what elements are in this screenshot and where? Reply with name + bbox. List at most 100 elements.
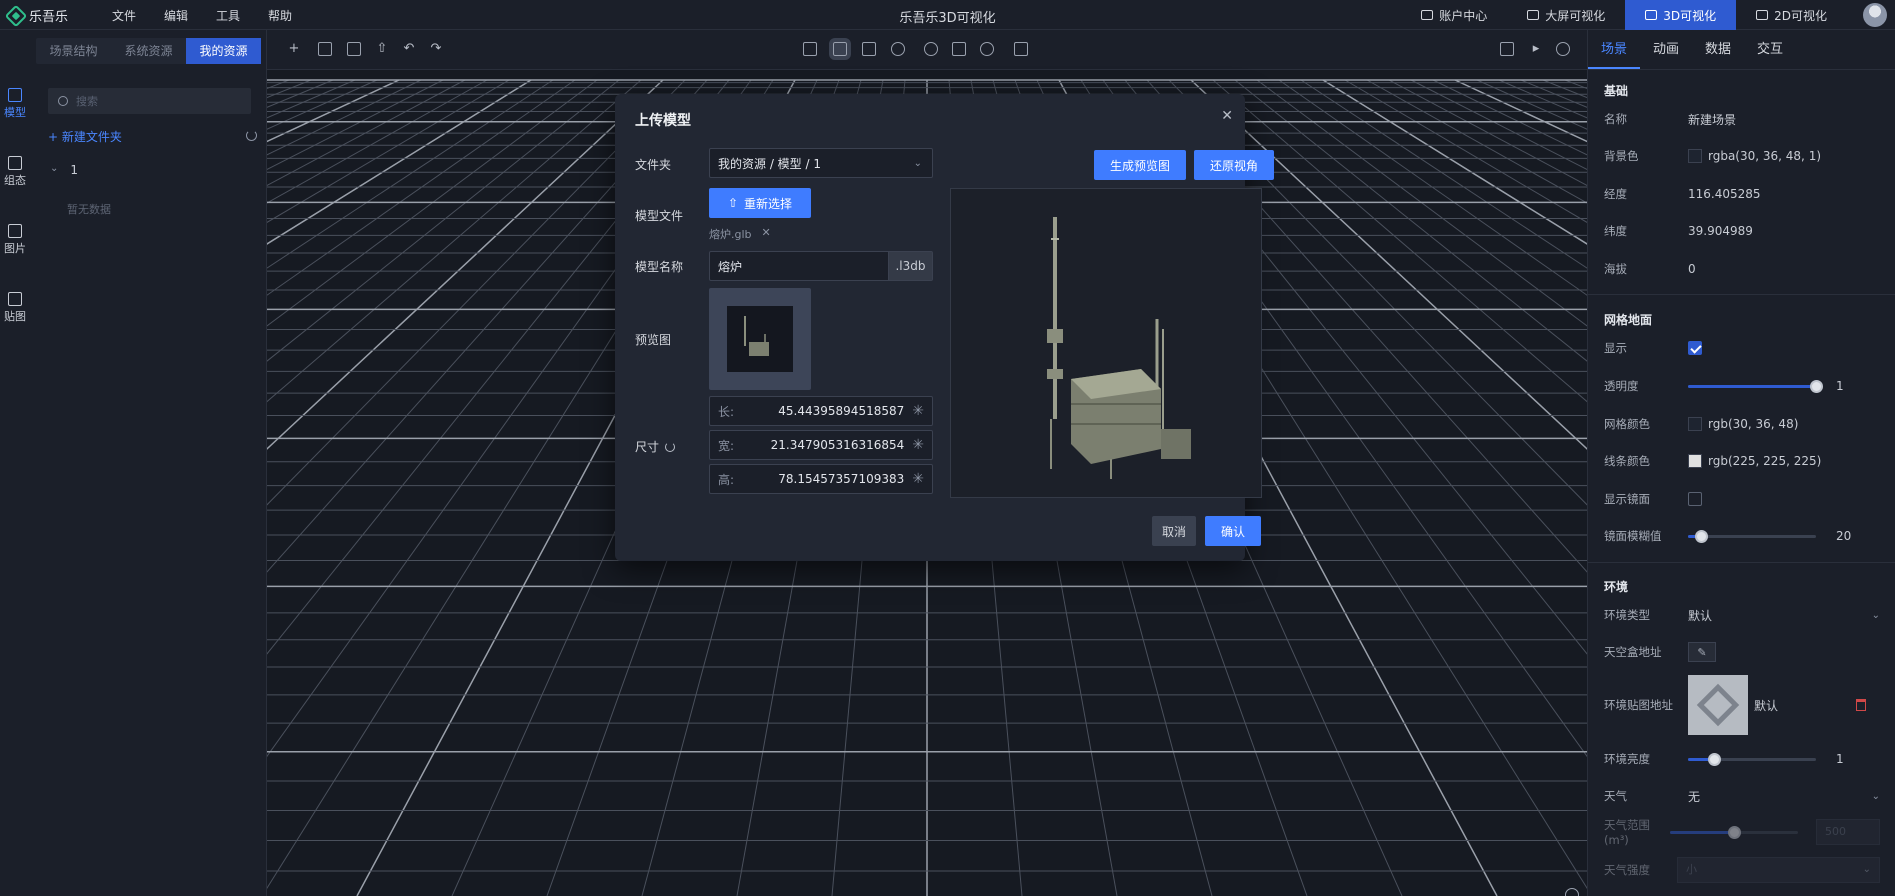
upload-icon[interactable]: ⇧ bbox=[375, 42, 389, 56]
reselect-button[interactable]: ⇧ 重新选择 bbox=[709, 188, 811, 218]
share-icon[interactable] bbox=[1556, 42, 1570, 56]
brightness-slider[interactable] bbox=[1688, 752, 1816, 766]
axis-icon[interactable] bbox=[829, 38, 851, 60]
section-env: 环境 bbox=[1604, 580, 1629, 594]
folder-select[interactable]: 我的资源 / 模型 / 1 ⌄ bbox=[709, 148, 933, 178]
bg-color-swatch[interactable] bbox=[1688, 149, 1702, 163]
latitude-value[interactable]: 39.904989 bbox=[1688, 224, 1753, 238]
eye-icon[interactable] bbox=[924, 42, 938, 56]
rail-item-model[interactable]: 模型 bbox=[0, 88, 30, 120]
box-icon[interactable] bbox=[952, 42, 966, 56]
height-input[interactable]: 高: 78.15457357109383 ✳ bbox=[709, 464, 933, 494]
undo-icon[interactable]: ↶ bbox=[402, 42, 416, 56]
width-input[interactable]: 宽: 21.347905316316854 ✳ bbox=[709, 430, 933, 460]
main-menu: 文件 编辑 工具 帮助 bbox=[112, 7, 320, 24]
edit-icon[interactable]: ✎ bbox=[1688, 642, 1716, 662]
weather-range-row: 天气范围(m³) 500 bbox=[1604, 818, 1880, 847]
close-icon[interactable]: ✕ bbox=[1221, 108, 1233, 124]
opacity-slider[interactable] bbox=[1688, 379, 1823, 393]
avatar[interactable] bbox=[1863, 3, 1887, 27]
section-grid: 网格地面 bbox=[1604, 313, 1653, 327]
layers-icon[interactable] bbox=[1014, 42, 1028, 56]
menu-tools[interactable]: 工具 bbox=[216, 7, 268, 24]
tab-scene-structure[interactable]: 场景结构 bbox=[36, 38, 111, 64]
layout-icon bbox=[8, 156, 22, 170]
lock-icon[interactable]: ✳ bbox=[912, 471, 924, 487]
redo-icon[interactable]: ↷ bbox=[429, 42, 443, 56]
grid-color-swatch[interactable] bbox=[1688, 417, 1702, 431]
compass-icon[interactable] bbox=[980, 42, 994, 56]
remove-file-icon[interactable]: ✕ bbox=[762, 226, 771, 242]
menu-help[interactable]: 帮助 bbox=[268, 7, 320, 24]
tab-system-resources[interactable]: 系统资源 bbox=[111, 38, 186, 64]
envmap-thumbnail[interactable] bbox=[1688, 675, 1748, 735]
tab-animation[interactable]: 动画 bbox=[1640, 30, 1692, 69]
new-file-icon[interactable] bbox=[318, 42, 332, 56]
weather-range-input[interactable]: 500 bbox=[1816, 819, 1880, 845]
weather-strength-select[interactable]: 小 ⌄ bbox=[1677, 857, 1880, 883]
info-icon[interactable] bbox=[1565, 888, 1579, 896]
longitude-row: 经度 116.405285 bbox=[1604, 187, 1761, 201]
mirror-checkbox[interactable] bbox=[1688, 492, 1702, 506]
preview-icon[interactable] bbox=[1500, 42, 1514, 56]
tab-scene[interactable]: 场景 bbox=[1588, 30, 1640, 69]
grid-show-checkbox[interactable] bbox=[1688, 341, 1702, 355]
blur-slider[interactable] bbox=[1688, 529, 1816, 543]
menu-file[interactable]: 文件 bbox=[112, 7, 164, 24]
brightness-row: 环境亮度 1 bbox=[1604, 752, 1844, 766]
line-color-swatch[interactable] bbox=[1688, 454, 1702, 468]
rail-item-config[interactable]: 组态 bbox=[0, 156, 30, 188]
link-dashboard[interactable]: 大屏可视化 bbox=[1507, 0, 1625, 30]
new-folder-button[interactable]: + 新建文件夹 bbox=[48, 128, 122, 145]
logo-text: 乐吾乐 bbox=[29, 10, 69, 25]
chevron-down-icon: ⌄ bbox=[50, 163, 59, 174]
lock-icon[interactable]: ✳ bbox=[912, 403, 924, 419]
latitude-row: 纬度 39.904989 bbox=[1604, 224, 1753, 238]
rail-item-texture[interactable]: 贴图 bbox=[0, 292, 30, 324]
model-preview-canvas[interactable] bbox=[950, 188, 1262, 498]
texture-icon bbox=[8, 292, 22, 306]
line-color-row: 线条颜色 rgb(225, 225, 225) bbox=[1604, 454, 1822, 468]
lock-icon[interactable]: ✳ bbox=[912, 437, 924, 453]
link-account[interactable]: 账户中心 bbox=[1401, 0, 1507, 30]
name-value[interactable]: 新建场景 bbox=[1688, 111, 1736, 128]
chevron-down-icon: ⌄ bbox=[1862, 864, 1871, 875]
link-2d[interactable]: 2D可视化 bbox=[1736, 0, 1847, 30]
longitude-value[interactable]: 116.405285 bbox=[1688, 187, 1761, 201]
delete-icon[interactable] bbox=[1856, 699, 1866, 711]
link-3d[interactable]: 3D可视化 bbox=[1625, 0, 1737, 30]
image-icon bbox=[8, 224, 22, 238]
skybox-row: 天空盒地址 ✎ bbox=[1604, 642, 1880, 662]
name-row: 名称 新建场景 bbox=[1604, 111, 1737, 128]
length-input[interactable]: 长: 45.44395894518587 ✳ bbox=[709, 396, 933, 426]
rotate-icon[interactable] bbox=[891, 42, 905, 56]
menu-edit[interactable]: 编辑 bbox=[164, 7, 216, 24]
tab-interaction[interactable]: 交互 bbox=[1744, 30, 1796, 69]
env-type-row[interactable]: 环境类型 默认 ⌄ bbox=[1604, 605, 1880, 625]
refresh-icon[interactable] bbox=[246, 130, 257, 141]
confirm-button[interactable]: 确认 bbox=[1205, 516, 1261, 546]
preview-thumbnail[interactable] bbox=[709, 288, 811, 390]
generate-preview-button[interactable]: 生成预览图 bbox=[1094, 150, 1186, 180]
model-name-input[interactable]: 熔炉 .l3db bbox=[709, 251, 933, 281]
reset-view-button[interactable]: 还原视角 bbox=[1194, 150, 1274, 180]
save-icon[interactable] bbox=[347, 42, 361, 56]
clapper-icon[interactable] bbox=[803, 42, 817, 56]
play-icon[interactable]: ▸ bbox=[1529, 42, 1543, 56]
top-links: 账户中心 大屏可视化 3D可视化 2D可视化 bbox=[1401, 0, 1847, 30]
refresh-icon[interactable] bbox=[665, 441, 676, 452]
tab-my-resources[interactable]: 我的资源 bbox=[186, 38, 261, 64]
grid-show-row: 显示 bbox=[1604, 338, 1880, 358]
logo[interactable]: 乐吾乐 bbox=[4, 4, 69, 27]
weather-row[interactable]: 天气无 ⌄ bbox=[1604, 786, 1880, 806]
search-input[interactable]: 搜索 bbox=[48, 88, 251, 114]
upload-model-dialog: 上传模型 ✕ 文件夹 我的资源 / 模型 / 1 ⌄ 模型文件 ⇧ 重新选择 熔炉.… bbox=[615, 94, 1274, 561]
cancel-button[interactable]: 取消 bbox=[1152, 516, 1196, 546]
folder-item[interactable]: ⌄ 1 bbox=[50, 163, 78, 177]
altitude-value[interactable]: 0 bbox=[1688, 262, 1696, 276]
tab-data[interactable]: 数据 bbox=[1692, 30, 1744, 69]
scale-icon[interactable] bbox=[862, 42, 876, 56]
rail-item-image[interactable]: 图片 bbox=[0, 224, 30, 256]
add-icon[interactable]: + bbox=[287, 42, 301, 56]
weather-range-slider[interactable] bbox=[1670, 825, 1798, 839]
